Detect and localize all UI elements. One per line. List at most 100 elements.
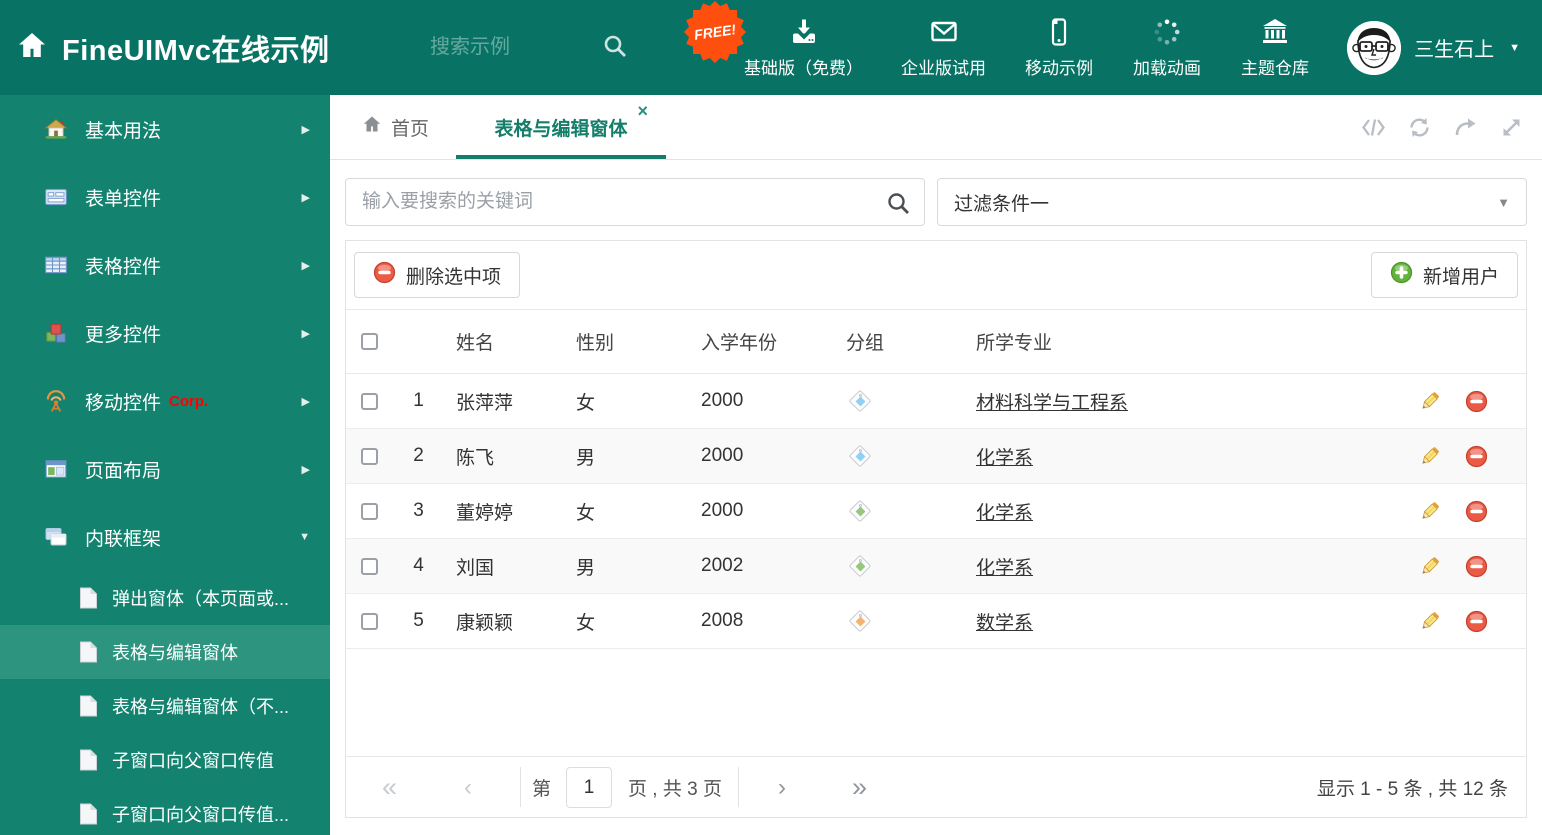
corp-badge: Corp. <box>169 392 209 410</box>
header-nav-item[interactable]: 主题仓库 <box>1240 17 1310 79</box>
delete-row-icon[interactable] <box>1465 445 1488 468</box>
row-checkbox[interactable] <box>361 557 378 575</box>
file-icon <box>79 641 98 663</box>
sidebar-subitem[interactable]: 子窗口向父窗口传值 <box>0 733 330 787</box>
tab-grid-edit-window[interactable]: 表格与编辑窗体 × <box>456 95 666 159</box>
edit-pencil-icon[interactable] <box>1418 555 1441 578</box>
header-nav-item[interactable]: 加载动画 <box>1132 17 1202 79</box>
edit-pencil-icon[interactable] <box>1418 390 1441 413</box>
tab-toolbar <box>1361 115 1524 140</box>
sidebar-item[interactable]: 更多控件 ▶ <box>0 299 330 367</box>
edit-pencil-icon[interactable] <box>1418 500 1441 523</box>
header-nav-item[interactable]: 基础版（免费） <box>744 17 863 79</box>
page-label-prefix: 第 <box>532 779 552 800</box>
table-header: 姓名 性别 入学年份 分组 所学专业 <box>346 310 1526 374</box>
cell-year: 2008 <box>701 610 744 631</box>
prev-page-button[interactable]: ‹ <box>464 757 472 818</box>
open-new-window-icon[interactable] <box>1453 115 1478 140</box>
last-page-button[interactable]: » <box>852 757 867 818</box>
sidebar-item[interactable]: 内联框架 ▼ <box>0 503 330 571</box>
sidebar-subitem[interactable]: 表格与编辑窗体 <box>0 625 330 679</box>
close-icon[interactable]: × <box>637 102 648 120</box>
next-page-button[interactable]: › <box>778 757 786 818</box>
header-search-input[interactable] <box>430 30 585 64</box>
cell-name: 陈飞 <box>456 447 495 469</box>
home-icon <box>16 29 48 66</box>
row-checkbox[interactable] <box>361 392 378 410</box>
sidebar-item[interactable]: 基本用法 ▶ <box>0 95 330 163</box>
sidebar-submenu: 弹出窗体（本页面或... 表格与编辑窗体 表格与编辑窗体（不... 子窗口向父窗… <box>0 571 330 835</box>
filter-dropdown[interactable]: 过滤条件一 ▼ <box>937 178 1527 226</box>
cubes-icon <box>44 321 68 345</box>
search-icon[interactable] <box>602 33 628 59</box>
row-checkbox[interactable] <box>361 502 378 520</box>
source-code-icon[interactable] <box>1361 115 1386 140</box>
delete-row-icon[interactable] <box>1465 555 1488 578</box>
tag-icon <box>848 444 872 468</box>
sidebar-item[interactable]: 表单控件 ▶ <box>0 163 330 231</box>
table-icon <box>44 253 68 277</box>
tab-home[interactable]: 首页 <box>362 95 429 159</box>
divider <box>520 767 521 807</box>
sidebar-item[interactable]: 页面布局 ▶ <box>0 435 330 503</box>
major-link[interactable]: 材料科学与工程系 <box>976 393 1128 414</box>
major-link[interactable]: 化学系 <box>976 503 1033 524</box>
refresh-icon[interactable] <box>1407 115 1432 140</box>
sidebar-subitem[interactable]: 弹出窗体（本页面或... <box>0 571 330 625</box>
header-nav-item[interactable]: 移动示例 <box>1024 17 1094 79</box>
major-link[interactable]: 化学系 <box>976 558 1033 579</box>
expand-arrow-icon: ▶ <box>301 123 310 136</box>
page-number-input[interactable] <box>566 767 612 808</box>
column-gender: 性别 <box>576 333 615 354</box>
file-icon <box>79 695 98 717</box>
avatar[interactable] <box>1347 20 1402 75</box>
row-checkbox[interactable] <box>361 447 378 465</box>
cell-index: 3 <box>413 500 424 521</box>
minus-circle-icon <box>373 261 396 290</box>
edit-pencil-icon[interactable] <box>1418 610 1441 633</box>
delete-selected-button[interactable]: 删除选中项 <box>354 252 521 298</box>
form-icon <box>44 185 68 209</box>
user-name: 三生石上 <box>1414 39 1495 61</box>
sidebar-subitem-label: 表格与编辑窗体（不... <box>112 697 290 717</box>
keyword-search-input[interactable] <box>362 180 882 224</box>
user-menu[interactable]: 三生石上 ▼ <box>1347 0 1520 95</box>
free-badge: FREE! <box>683 0 747 64</box>
home-icon <box>362 114 382 140</box>
table-row: 5 康颖颖 女 2008 数学系 <box>346 594 1526 649</box>
plus-circle-icon <box>1390 261 1413 290</box>
table-body: 1 张萍萍 女 2000 材料科学与工程系 2 陈飞 男 2000 化学系 3 … <box>346 374 1526 649</box>
add-user-button[interactable]: 新增用户 <box>1370 252 1518 298</box>
sidebar-subitem[interactable]: 子窗口向父窗口传值... <box>0 787 330 835</box>
header-nav-label: 基础版（免费） <box>744 58 863 78</box>
first-page-button[interactable]: « <box>382 757 397 818</box>
tab-label: 首页 <box>391 118 430 140</box>
sidebar-item-label: 更多控件 <box>85 324 162 346</box>
mobile-icon <box>1044 17 1074 47</box>
sidebar-item[interactable]: 表格控件 ▶ <box>0 231 330 299</box>
table-row: 1 张萍萍 女 2000 材料科学与工程系 <box>346 374 1526 429</box>
fullscreen-icon[interactable] <box>1499 115 1524 140</box>
file-icon <box>79 587 98 609</box>
cell-index: 5 <box>413 610 424 631</box>
cell-index: 1 <box>413 390 424 411</box>
sidebar-item[interactable]: 移动控件 Corp. ▶ <box>0 367 330 435</box>
expand-arrow-icon: ▶ <box>301 463 310 476</box>
cell-gender: 女 <box>576 392 596 414</box>
delete-row-icon[interactable] <box>1465 390 1488 413</box>
header-nav-item[interactable]: 企业版试用 <box>901 17 986 79</box>
cell-gender: 男 <box>576 447 596 469</box>
row-checkbox[interactable] <box>361 612 378 630</box>
page-label-suffix: 页 , 共 3 页 <box>628 779 722 800</box>
search-icon[interactable] <box>886 191 910 215</box>
delete-row-icon[interactable] <box>1465 610 1488 633</box>
select-all-checkbox[interactable] <box>361 333 378 350</box>
major-link[interactable]: 数学系 <box>976 613 1033 634</box>
edit-pencil-icon[interactable] <box>1418 445 1441 468</box>
grid-panel: 删除选中项 新增用户 姓名 性别 入学年份 分组 所学专业 1 张萍萍 女 20… <box>345 240 1527 818</box>
delete-row-icon[interactable] <box>1465 500 1488 523</box>
tag-icon <box>848 389 872 413</box>
sidebar-subitem[interactable]: 表格与编辑窗体（不... <box>0 679 330 733</box>
logo[interactable]: FineUIMvc在线示例 <box>16 0 330 95</box>
major-link[interactable]: 化学系 <box>976 448 1033 469</box>
